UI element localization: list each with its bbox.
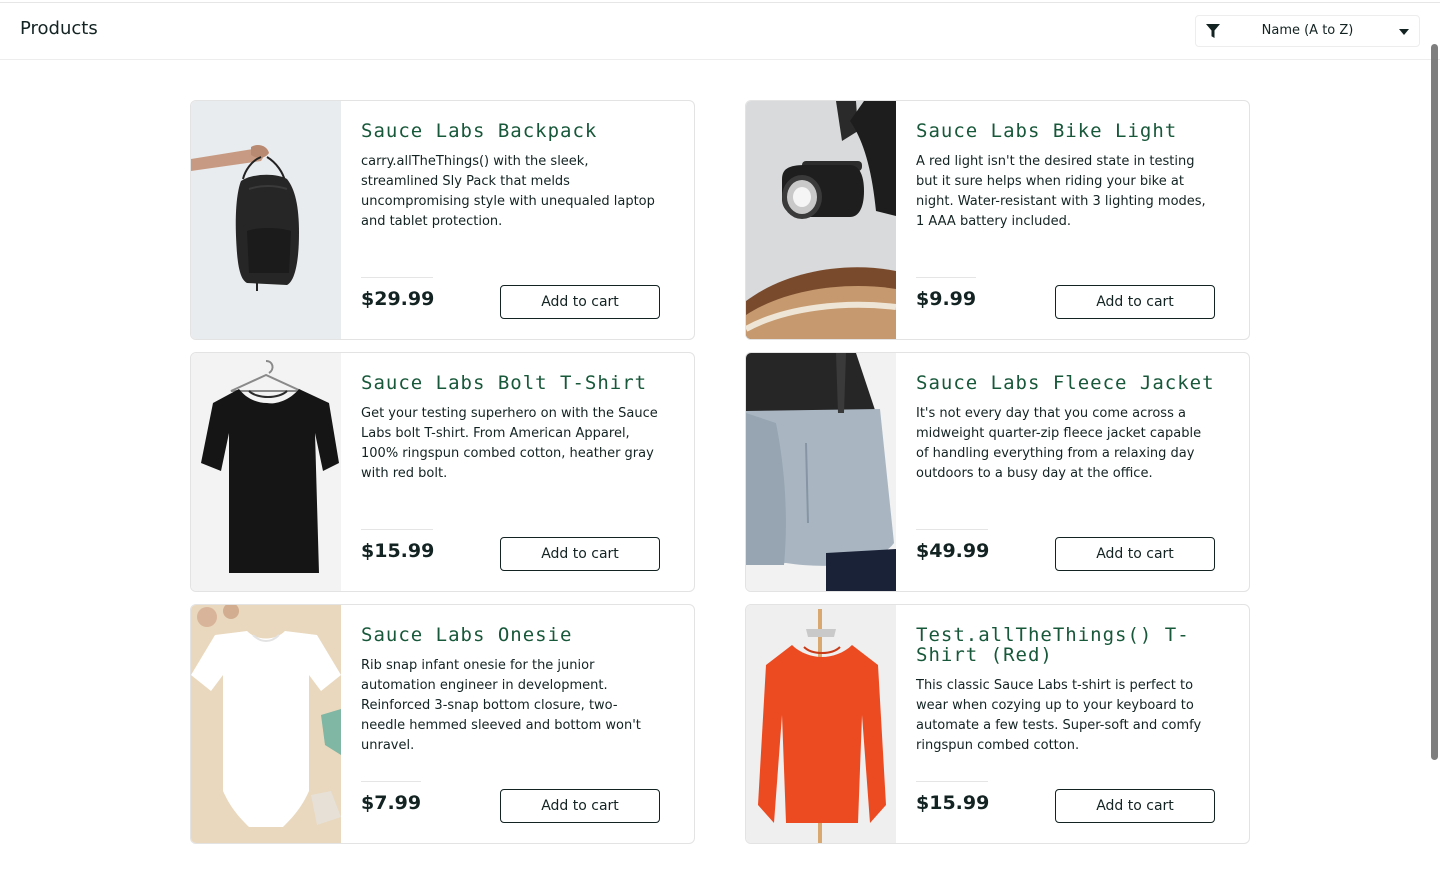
add-to-cart-button[interactable]: Add to cart [500,285,660,319]
product-name[interactable]: Sauce Labs Onesie [361,625,661,645]
product-description: A red light isn't the desired state in t… [916,154,1206,229]
add-to-cart-button[interactable]: Add to cart [1055,285,1215,319]
product-card: Sauce Labs Backpack carry.allTheThings()… [190,100,695,340]
product-description: carry.allTheThings() with the sleek, str… [361,154,655,229]
product-card: Sauce Labs Bike Light A red light isn't … [745,100,1250,340]
product-card: Sauce Labs Fleece Jacket It's not every … [745,352,1250,592]
product-description: It's not every day that you come across … [916,406,1202,481]
product-image-bike-light[interactable] [746,101,896,339]
product-price: $15.99 [361,540,435,562]
product-image-backpack[interactable] [191,101,341,339]
product-description: Rib snap infant onesie for the junior au… [361,658,641,753]
add-to-cart-button[interactable]: Add to cart [500,537,660,571]
chevron-down-icon [1399,29,1409,35]
product-name[interactable]: Sauce Labs Bolt T-Shirt [361,373,661,393]
price-divider [916,277,976,278]
sort-dropdown[interactable]: Name (A to Z) [1195,15,1420,47]
product-card: Sauce Labs Bolt T-Shirt Get your testing… [190,352,695,592]
price-divider [361,277,433,278]
product-name[interactable]: Sauce Labs Backpack [361,121,661,141]
price-divider [361,781,421,782]
add-to-cart-button[interactable]: Add to cart [1055,537,1215,571]
add-to-cart-button[interactable]: Add to cart [500,789,660,823]
sort-selected-label: Name (A to Z) [1261,23,1354,38]
product-price: $29.99 [361,288,435,310]
product-description: Get your testing superhero on with the S… [361,406,658,481]
product-image-bolt-tshirt[interactable] [191,353,341,591]
product-name[interactable]: Sauce Labs Bike Light [916,121,1216,141]
product-image-onesie[interactable] [191,605,341,843]
product-price: $7.99 [361,792,422,814]
product-price: $9.99 [916,288,977,310]
price-divider [916,781,988,782]
price-divider [361,529,433,530]
scrollbar[interactable] [1431,44,1438,760]
product-price: $15.99 [916,792,990,814]
product-name[interactable]: Test.allTheThings() T-Shirt (Red) [916,625,1216,665]
product-card: Test.allTheThings() T-Shirt (Red) This c… [745,604,1250,844]
header-bar: Products Name (A to Z) [0,3,1440,60]
product-image-fleece-jacket[interactable] [746,353,896,591]
product-description: This classic Sauce Labs t-shirt is perfe… [916,678,1202,753]
product-price: $49.99 [916,540,990,562]
product-card: Sauce Labs Onesie Rib snap infant onesie… [190,604,695,844]
product-image-red-tshirt[interactable] [746,605,896,843]
add-to-cart-button[interactable]: Add to cart [1055,789,1215,823]
page-title: Products [20,18,98,39]
product-name[interactable]: Sauce Labs Fleece Jacket [916,373,1216,393]
price-divider [916,529,988,530]
